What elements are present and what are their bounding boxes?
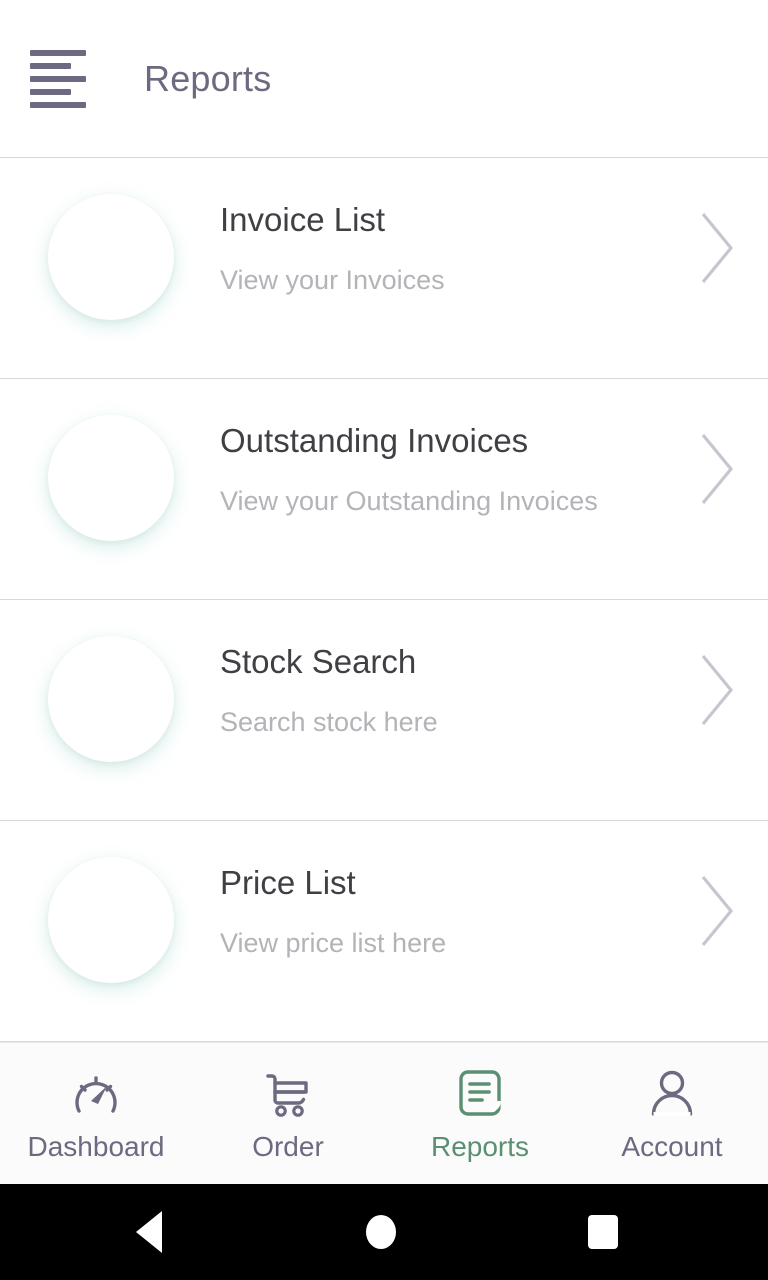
item-icon-badge	[48, 194, 174, 320]
chevron-right-icon[interactable]	[678, 379, 756, 600]
nav-label: Dashboard	[27, 1130, 165, 1162]
nav-item-dashboard[interactable]: Dashboard	[0, 1043, 192, 1184]
speedometer-icon	[69, 1065, 123, 1123]
nav-label: Account	[621, 1130, 723, 1162]
item-icon-badge	[48, 636, 174, 762]
shopping-cart-icon	[260, 1065, 316, 1123]
list-item-outstanding-invoices[interactable]: Outstanding Invoices View your Outstandi…	[0, 379, 768, 600]
nav-label: Order	[252, 1130, 324, 1162]
chevron-right-icon[interactable]	[678, 821, 756, 1042]
list-item-subtitle: View your Outstanding Invoices	[220, 486, 598, 517]
list-item-subtitle: View your Invoices	[220, 265, 445, 296]
icon-circle	[48, 636, 174, 762]
nav-item-account[interactable]: Account	[576, 1043, 768, 1184]
icon-circle	[48, 194, 174, 320]
hamburger-line	[30, 75, 86, 82]
item-text-block: Invoice List View your Invoices	[220, 158, 678, 296]
item-icon-badge	[48, 415, 174, 541]
list-item-subtitle: View price list here	[220, 928, 447, 959]
hamburger-line	[30, 101, 86, 108]
icon-circle	[48, 857, 174, 983]
nav-label: Reports	[430, 1130, 530, 1162]
app-bar: Reports	[0, 0, 768, 158]
back-triangle-icon[interactable]	[136, 1211, 162, 1253]
hamburger-line	[30, 62, 71, 69]
hamburger-line	[30, 49, 86, 56]
bottom-navigation-bar: Dashboard Order Reports Account	[0, 1042, 768, 1184]
list-item-invoice-list[interactable]: Invoice List View your Invoices	[0, 158, 768, 379]
android-system-bar	[0, 1184, 768, 1280]
list-item-title: Stock Search	[220, 643, 417, 680]
list-item-price-list[interactable]: ₹ Price List View price list here	[0, 821, 768, 1042]
item-text-block: Stock Search Search stock here	[220, 600, 678, 738]
list-item-title: Outstanding Invoices	[220, 422, 529, 459]
hamburger-line	[30, 88, 71, 95]
reports-list: Invoice List View your Invoices Outstand…	[0, 158, 768, 1042]
hamburger-menu-icon[interactable]	[30, 49, 86, 108]
list-item-subtitle: Search stock here	[220, 707, 438, 738]
chevron-right-icon[interactable]	[678, 600, 756, 821]
nav-item-order[interactable]: Order	[192, 1043, 384, 1184]
item-text-block: Price List View price list here	[220, 821, 678, 959]
person-icon	[646, 1065, 698, 1123]
item-text-block: Outstanding Invoices View your Outstandi…	[220, 379, 678, 517]
item-icon-badge: ₹	[48, 857, 174, 983]
recents-square-icon[interactable]	[588, 1215, 618, 1249]
icon-circle	[48, 415, 174, 541]
chevron-right-icon[interactable]	[678, 158, 756, 379]
document-lines-icon	[457, 1065, 503, 1123]
list-item-title: Invoice List	[220, 201, 386, 238]
app-screen: Reports Invoice List View your Invoices …	[0, 0, 768, 1280]
list-item-stock-search[interactable]: Stock Search Search stock here	[0, 600, 768, 821]
nav-item-reports[interactable]: Reports	[384, 1043, 576, 1184]
page-title: Reports	[144, 57, 272, 99]
home-circle-icon[interactable]	[366, 1215, 396, 1249]
list-item-title: Price List	[220, 864, 356, 901]
